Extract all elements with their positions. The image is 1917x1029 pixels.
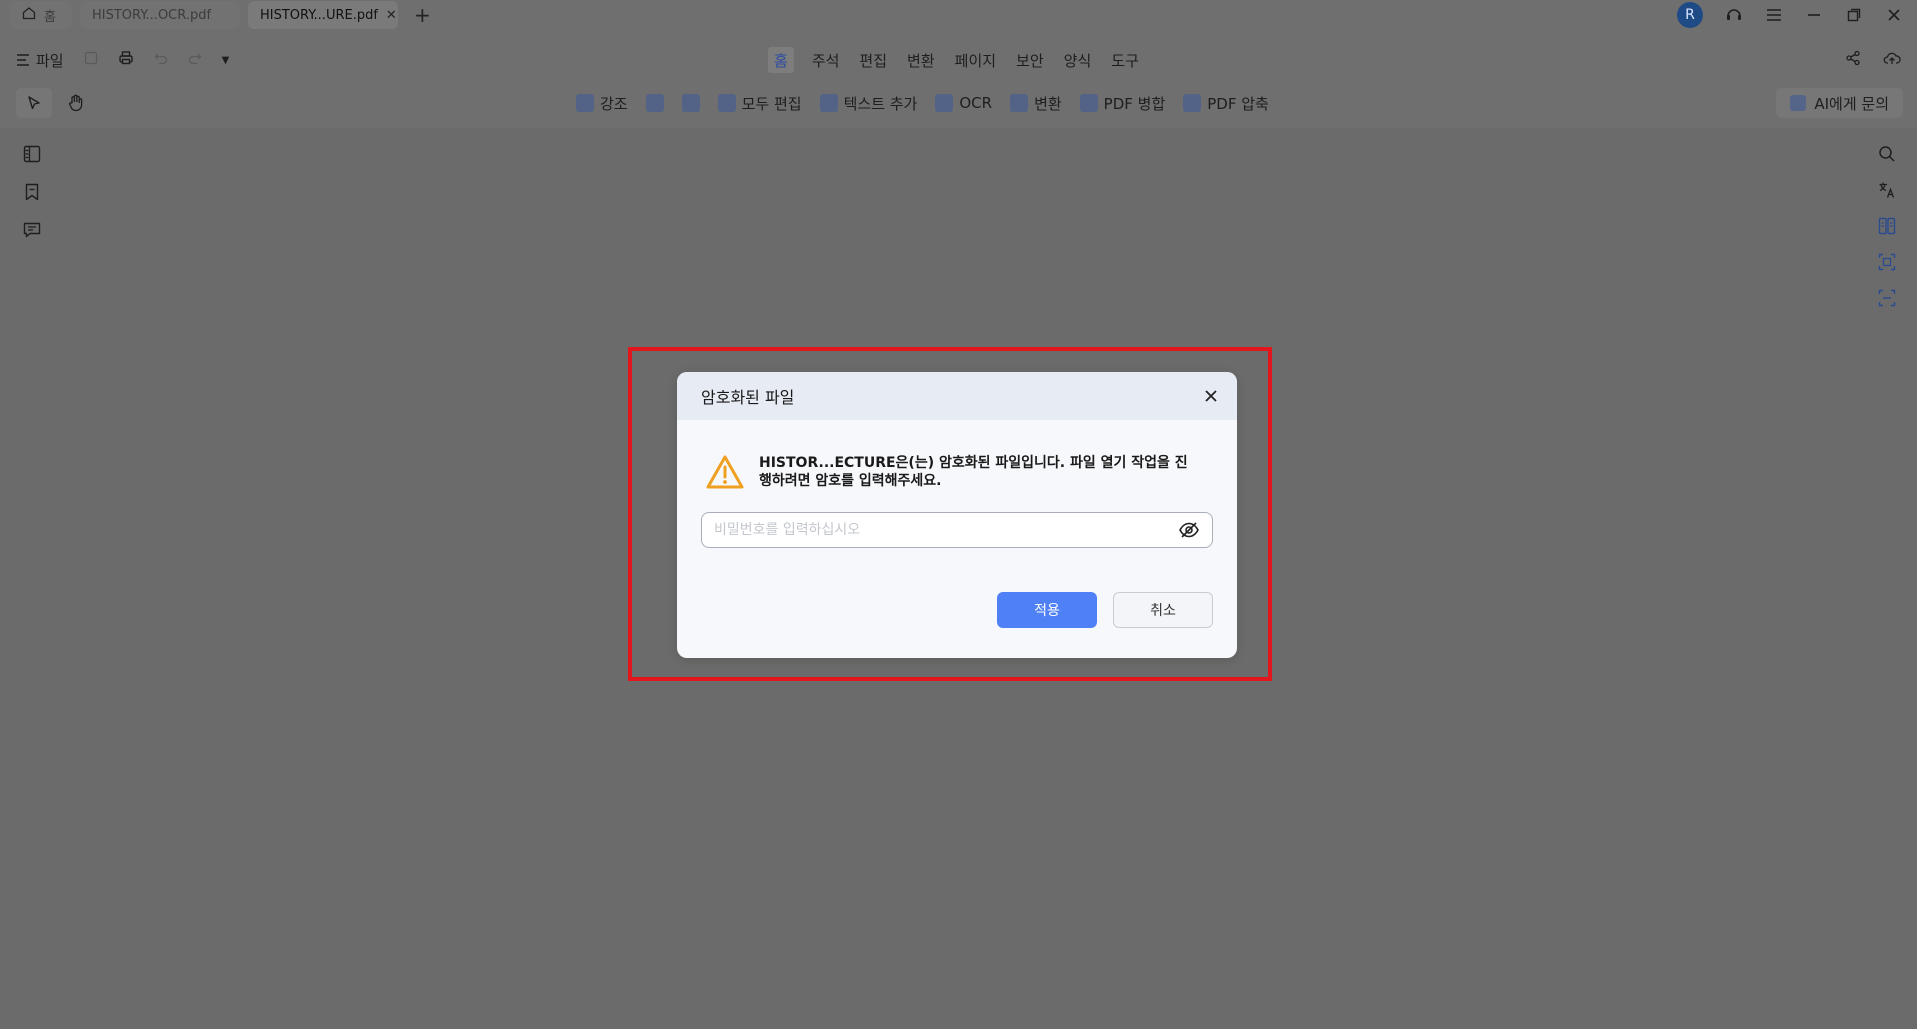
- apply-button[interactable]: 적용: [997, 592, 1097, 628]
- quick-actions: 파일 ▼: [16, 46, 229, 74]
- eye-off-icon[interactable]: [1178, 519, 1200, 541]
- menu-item-convert[interactable]: 변환: [897, 47, 945, 73]
- menu-item-edit[interactable]: 편집: [849, 47, 897, 73]
- tab-label: HISTORY...URE.pdf: [260, 7, 378, 23]
- home-icon: [22, 6, 36, 24]
- compare-icon[interactable]: [1877, 216, 1897, 236]
- tool-label: PDF 압축: [1207, 94, 1269, 113]
- cloud-upload-icon[interactable]: [1883, 50, 1901, 70]
- ask-ai-button[interactable]: AI에게 문의: [1776, 88, 1903, 118]
- convert-tool[interactable]: 변환: [1010, 93, 1062, 114]
- warning-message: HISTOR...ECTURE은(는) 암호화된 파일입니다. 파일 열기 작업…: [705, 454, 1199, 490]
- tool-label: 텍스트 추가: [843, 94, 918, 113]
- convert-icon: [1010, 94, 1029, 112]
- undo-icon[interactable]: [154, 51, 168, 69]
- password-field[interactable]: [701, 512, 1213, 548]
- dialog-header: 암호화된 파일: [677, 372, 1237, 420]
- close-icon[interactable]: ✕: [386, 8, 397, 23]
- headset-icon[interactable]: [1725, 6, 1743, 24]
- redo-icon[interactable]: [188, 51, 202, 69]
- edit-all-tool[interactable]: 모두 편집: [717, 93, 802, 114]
- cancel-button[interactable]: 취소: [1113, 592, 1213, 628]
- thumbnails-icon[interactable]: [22, 144, 42, 164]
- print-icon[interactable]: [118, 50, 134, 70]
- tool-label: 모두 편집: [741, 94, 802, 113]
- edit-icon: [717, 94, 736, 112]
- screenshot-icon[interactable]: [1877, 252, 1897, 272]
- save-icon[interactable]: [84, 51, 98, 69]
- ocr-tool[interactable]: OCR: [935, 94, 992, 112]
- menu-item-tools[interactable]: 도구: [1101, 47, 1149, 73]
- pen-icon: [645, 94, 664, 112]
- tab-label: 홈: [44, 9, 56, 25]
- file-menu-button[interactable]: 파일: [16, 50, 64, 71]
- file-menu-label: 파일: [36, 51, 64, 70]
- hamburger-menu-icon[interactable]: [1765, 6, 1783, 24]
- quick-tools: 강조 모두 편집 텍스트 추가 OCR 변환 PDF 병합 PDF 압축: [576, 88, 1269, 118]
- ai-sparkle-icon: [1790, 95, 1807, 111]
- tool-row: 강조 모두 편집 텍스트 추가 OCR 변환 PDF 병합 PDF 압축 AI에…: [0, 88, 1917, 118]
- comment-icon[interactable]: [22, 220, 42, 240]
- tool-label: PDF 병합: [1103, 94, 1166, 113]
- translate-icon[interactable]: [1877, 180, 1897, 200]
- pen-tool[interactable]: [645, 94, 664, 112]
- encrypted-file-dialog: 암호화된 파일 HISTOR...ECTURE은(는) 암호화된 파일입니다. …: [677, 372, 1237, 658]
- password-input[interactable]: [714, 522, 1178, 538]
- menu-row: 파일 ▼ 홈 주석 편집 변환 페이지 보안 양식 도구: [0, 46, 1917, 74]
- right-sidebar: [1877, 144, 1897, 308]
- dropdown-caret-icon[interactable]: ▼: [222, 55, 230, 66]
- tab-bar: 홈 HISTORY...OCR.pdf HISTORY...URE.pdf ✕ …: [0, 0, 1917, 30]
- restore-icon[interactable]: [1845, 6, 1863, 24]
- eraser-tool[interactable]: [681, 94, 700, 112]
- share-icon[interactable]: [1845, 50, 1861, 70]
- warning-icon: [706, 455, 744, 489]
- tab-document-active[interactable]: HISTORY...URE.pdf ✕: [248, 1, 398, 29]
- merge-icon: [1079, 94, 1098, 112]
- highlight-tool[interactable]: 강조: [576, 93, 628, 114]
- menu-item-security[interactable]: 보안: [1006, 47, 1054, 73]
- main-menu: 홈 주석 편집 변환 페이지 보안 양식 도구: [768, 46, 1149, 74]
- tool-label: 강조: [600, 94, 628, 113]
- dialog-message: HISTOR...ECTURE은(는) 암호화된 파일입니다. 파일 열기 작업…: [759, 455, 1188, 489]
- menu-item-comment[interactable]: 주석: [802, 47, 850, 73]
- hand-icon: [69, 94, 83, 112]
- merge-pdf-tool[interactable]: PDF 병합: [1079, 93, 1166, 114]
- ocr-icon: [935, 94, 954, 112]
- app-chrome: 홈 HISTORY...OCR.pdf HISTORY...URE.pdf ✕ …: [0, 0, 1917, 128]
- close-icon[interactable]: [1201, 386, 1221, 406]
- text-add-icon: [819, 94, 838, 112]
- tool-label: OCR: [959, 94, 993, 112]
- menu-lines-icon: [17, 54, 29, 66]
- dialog-title: 암호화된 파일: [701, 388, 795, 407]
- tab-label: HISTORY...OCR.pdf: [92, 7, 212, 23]
- avatar[interactable]: R: [1677, 2, 1703, 28]
- tab-document[interactable]: HISTORY...OCR.pdf: [80, 1, 240, 29]
- minimize-icon[interactable]: [1805, 6, 1823, 24]
- tab-home[interactable]: 홈: [10, 1, 72, 29]
- compress-pdf-tool[interactable]: PDF 압축: [1183, 93, 1269, 114]
- plus-icon[interactable]: +: [414, 3, 431, 27]
- hand-tool-button[interactable]: [58, 88, 94, 118]
- bookmark-icon[interactable]: [22, 182, 42, 202]
- search-icon[interactable]: [1877, 144, 1897, 164]
- window-controls: R: [1677, 0, 1917, 30]
- cursor-icon: [28, 96, 40, 110]
- left-sidebar: [22, 144, 42, 240]
- menu-item-form[interactable]: 양식: [1054, 47, 1102, 73]
- compress-icon: [1183, 94, 1202, 112]
- menu-right-actions: [1845, 46, 1901, 74]
- menu-item-home[interactable]: 홈: [768, 47, 794, 73]
- scan-icon[interactable]: [1877, 288, 1897, 308]
- menu-item-page[interactable]: 페이지: [945, 47, 1006, 73]
- add-text-tool[interactable]: 텍스트 추가: [819, 93, 918, 114]
- tool-label: 변환: [1034, 94, 1062, 113]
- window-close-icon[interactable]: [1885, 6, 1903, 24]
- select-tool-button[interactable]: [16, 88, 52, 118]
- highlighter-icon: [576, 94, 594, 112]
- pointer-tools: [16, 88, 94, 118]
- ai-button-label: AI에게 문의: [1814, 94, 1889, 113]
- eraser-icon: [681, 94, 700, 112]
